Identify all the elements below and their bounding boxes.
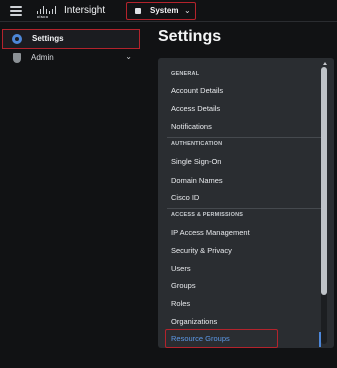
scroll-up-icon[interactable] — [323, 62, 327, 65]
section-header-general: GENERAL — [171, 71, 200, 77]
system-scope-dropdown[interactable]: System ⌄ — [126, 2, 196, 20]
link-roles[interactable]: Roles — [171, 299, 190, 308]
resource-groups-highlight — [165, 329, 278, 348]
scroll-thumb[interactable] — [321, 67, 327, 295]
sidebar-item-settings[interactable]: Settings — [2, 29, 140, 49]
link-single-sign-on[interactable]: Single Sign-On — [171, 157, 221, 166]
link-groups[interactable]: Groups — [171, 281, 196, 290]
link-cisco-id[interactable]: Cisco ID — [171, 193, 199, 202]
section-divider — [167, 208, 322, 209]
app-title: Intersight — [64, 5, 106, 16]
link-users[interactable]: Users — [171, 264, 191, 273]
sidebar-item-label: Admin — [31, 53, 54, 62]
shield-icon — [13, 53, 21, 63]
link-security-privacy[interactable]: Security & Privacy — [171, 246, 232, 255]
link-notifications[interactable]: Notifications — [171, 122, 212, 131]
link-ip-access-management[interactable]: IP Access Management — [171, 228, 250, 237]
section-divider — [167, 137, 322, 138]
hamburger-menu-icon[interactable] — [10, 6, 22, 16]
link-access-details[interactable]: Access Details — [171, 104, 220, 113]
top-navigation-bar: cisco Intersight System ⌄ — [0, 0, 337, 22]
scrollbar[interactable] — [321, 67, 327, 344]
system-icon — [135, 8, 141, 14]
section-header-authentication: AUTHENTICATION — [171, 141, 223, 147]
gear-icon — [12, 34, 22, 44]
chevron-down-icon: ⌄ — [184, 6, 191, 15]
cisco-wordmark: cisco — [37, 14, 49, 19]
link-domain-names[interactable]: Domain Names — [171, 176, 223, 185]
chevron-down-icon[interactable]: ⌄ — [125, 52, 132, 61]
link-organizations[interactable]: Organizations — [171, 317, 217, 326]
section-header-access-permissions: ACCESS & PERMISSIONS — [171, 212, 244, 218]
settings-panel: GENERAL Account Details Access Details N… — [158, 58, 334, 348]
page-title: Settings — [158, 28, 222, 45]
sidebar-item-label: Settings — [32, 34, 64, 43]
scope-label: System — [150, 6, 179, 15]
sidebar: Settings Admin ⌄ — [0, 23, 143, 368]
sidebar-item-admin[interactable]: Admin ⌄ — [2, 49, 140, 69]
link-account-details[interactable]: Account Details — [171, 86, 223, 95]
active-indicator — [319, 332, 321, 347]
